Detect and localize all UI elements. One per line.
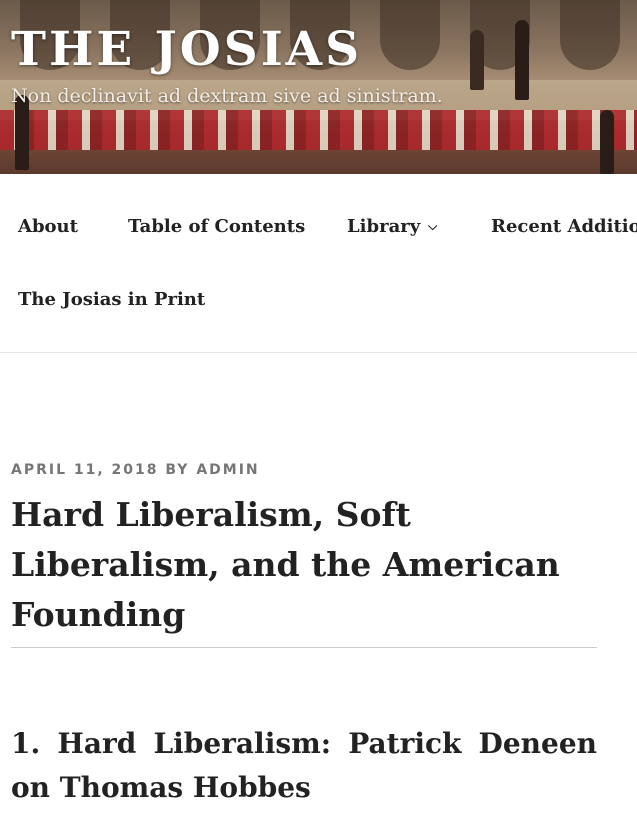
post-author-link[interactable]: ADMIN: [196, 462, 259, 478]
nav-item-recent-additions[interactable]: Recent Additions: [491, 216, 637, 237]
banner-figure: [515, 20, 529, 100]
post-title: Hard Liberalism, Soft Liberalism, and th…: [11, 495, 560, 634]
nav-item-about[interactable]: About: [18, 216, 78, 237]
header-banner: THE JOSIAS Non declinavit ad dextram siv…: [0, 0, 637, 174]
site-title[interactable]: THE JOSIAS: [11, 22, 362, 77]
chevron-down-icon: ⌵: [428, 219, 438, 233]
nav-item-library-label: Library: [347, 216, 421, 237]
nav-item-library[interactable]: Library ⌵: [347, 216, 437, 237]
section-heading: 1. Hard Liberalism: Patrick Deneen on Th…: [11, 727, 597, 804]
banner-arch: [380, 0, 440, 70]
banner-figure: [470, 30, 484, 90]
main-navigation: About Table of Contents Library ⌵ Recent …: [0, 174, 637, 353]
nav-item-table-of-contents[interactable]: Table of Contents: [128, 216, 305, 237]
nav-item-the-josias-in-print[interactable]: The Josias in Print: [18, 289, 205, 310]
post-byline-by: BY: [165, 462, 190, 478]
banner-arch: [560, 0, 620, 70]
banner-procession: [0, 110, 637, 150]
site-description: Non declinavit ad dextram sive ad sinist…: [11, 85, 443, 107]
divider: [11, 647, 597, 648]
post-date-link[interactable]: APRIL 11, 2018: [11, 462, 159, 478]
banner-figure: [600, 110, 614, 174]
post-meta: APRIL 11, 2018 BY ADMIN: [11, 462, 260, 478]
